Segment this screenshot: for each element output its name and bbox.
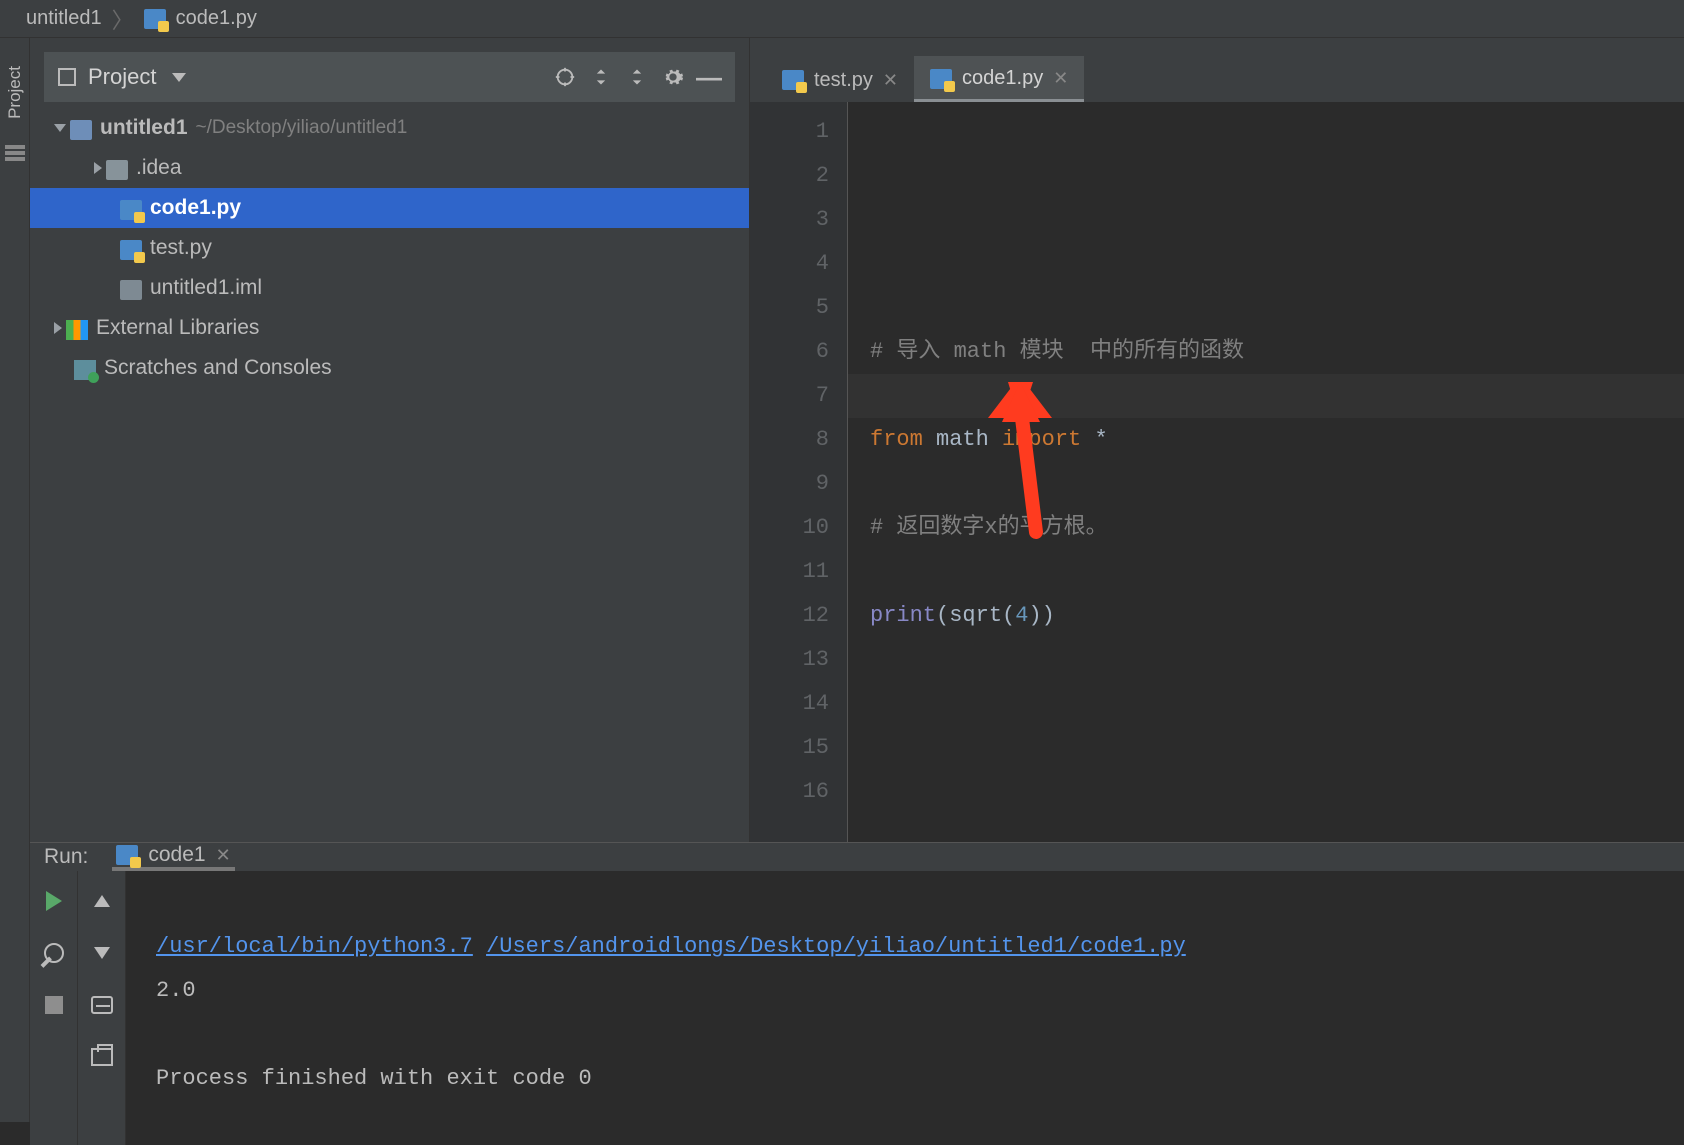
editor-area: test.py ✕ code1.py ✕ 1 2 3 4 5 6 7 8 9 <box>750 38 1684 842</box>
close-icon[interactable]: ✕ <box>1053 68 1068 89</box>
tree-test-file[interactable]: test.py <box>30 228 749 268</box>
run-toolbar-second <box>78 871 126 1145</box>
python-file-icon <box>930 69 952 89</box>
stop-icon <box>45 996 63 1014</box>
editor-gutter: 1 2 3 4 5 6 7 8 9 10 11 12 13 14 15 16 <box>750 102 848 842</box>
python-file-icon <box>120 240 142 260</box>
left-tool-strip: Project <box>0 38 30 1122</box>
tree-root[interactable]: untitled1 ~/Desktop/yiliao/untitled1 <box>30 108 749 148</box>
breadcrumb-separator-icon: 〉 <box>112 3 134 35</box>
tree-idea-folder[interactable]: .idea <box>30 148 749 188</box>
chevron-right-icon[interactable] <box>54 322 62 334</box>
run-panel-header: Run: code1 ✕ <box>30 843 1684 871</box>
tree-item-label: test.py <box>150 236 212 260</box>
close-icon[interactable]: ✕ <box>883 70 898 91</box>
wrench-icon <box>39 939 67 967</box>
tree-item-label: External Libraries <box>96 316 259 340</box>
project-panel-title[interactable]: Project <box>88 64 156 90</box>
soft-wrap-icon <box>91 996 113 1014</box>
project-tool-window: Project — untitled1 ~/Deskt <box>30 38 750 842</box>
print-icon <box>91 1048 113 1066</box>
tree-scratches[interactable]: Scratches and Consoles <box>30 348 749 388</box>
edit-config-button[interactable] <box>40 939 68 967</box>
project-panel-header: Project — <box>44 52 735 102</box>
tree-external-libraries[interactable]: External Libraries <box>30 308 749 348</box>
python-file-icon <box>782 70 804 90</box>
dropdown-icon[interactable] <box>172 73 186 82</box>
chevron-down-icon[interactable] <box>54 124 66 132</box>
python-file-icon <box>120 200 142 220</box>
scroll-up-button[interactable] <box>88 887 116 915</box>
python-file-icon <box>144 9 166 29</box>
tree-code1-file[interactable]: code1.py <box>30 188 749 228</box>
tab-code1-py[interactable]: code1.py ✕ <box>914 56 1084 102</box>
tree-item-label: untitled1.iml <box>150 276 262 300</box>
code-editor[interactable]: 1 2 3 4 5 6 7 8 9 10 11 12 13 14 15 16 #… <box>750 102 1684 842</box>
scroll-down-button[interactable] <box>88 939 116 967</box>
script-path-link[interactable]: /Users/androidlongs/Desktop/yiliao/untit… <box>486 934 1186 959</box>
collapse-all-icon[interactable] <box>625 65 649 89</box>
stop-button[interactable] <box>40 991 68 1019</box>
current-line-highlight <box>848 374 1684 418</box>
scratches-icon <box>74 360 96 380</box>
tree-iml-file[interactable]: untitled1.iml <box>30 268 749 308</box>
python-file-icon <box>116 845 138 865</box>
rerun-button[interactable] <box>40 887 68 915</box>
run-tab[interactable]: code1 ✕ <box>112 843 234 871</box>
project-view-icon <box>58 68 76 86</box>
tree-item-label: .idea <box>136 156 182 180</box>
play-icon <box>46 891 62 911</box>
tab-label: code1.py <box>962 67 1043 90</box>
expand-all-icon[interactable] <box>589 65 613 89</box>
tab-label: test.py <box>814 69 873 92</box>
tree-item-label: Scratches and Consoles <box>104 356 332 380</box>
run-tab-label: code1 <box>148 843 205 867</box>
breadcrumb-file[interactable]: code1.py <box>176 7 257 30</box>
libraries-icon <box>66 320 88 340</box>
interpreter-link[interactable]: /usr/local/bin/python3.7 <box>156 934 473 959</box>
arrow-down-icon <box>94 947 110 959</box>
iml-file-icon <box>120 280 142 300</box>
code-content[interactable]: # 导入 math 模块 中的所有的函数 from math import * … <box>848 102 1684 842</box>
print-button[interactable] <box>88 1043 116 1071</box>
project-tool-button[interactable]: Project <box>5 66 25 119</box>
project-tree[interactable]: untitled1 ~/Desktop/yiliao/untitled1 .id… <box>30 102 749 842</box>
run-toolbar-left <box>30 871 78 1145</box>
arrow-up-icon <box>94 895 110 907</box>
editor-tabs: test.py ✕ code1.py ✕ <box>750 52 1684 102</box>
locate-icon[interactable] <box>553 65 577 89</box>
chevron-right-icon[interactable] <box>94 162 102 174</box>
hide-panel-icon[interactable]: — <box>697 65 721 89</box>
structure-tool-icon[interactable] <box>5 145 25 161</box>
run-tool-window: Run: code1 ✕ /usr/local/bin/python3.7 /U… <box>30 842 1684 1122</box>
breadcrumb: untitled1 〉 code1.py <box>0 0 1684 38</box>
project-folder-icon <box>70 120 92 140</box>
run-console[interactable]: /usr/local/bin/python3.7 /Users/androidl… <box>126 871 1684 1145</box>
tree-root-path: ~/Desktop/yiliao/untitled1 <box>196 117 408 139</box>
soft-wrap-button[interactable] <box>88 991 116 1019</box>
run-label: Run: <box>44 845 88 869</box>
tree-item-label: code1.py <box>150 196 241 220</box>
tab-test-py[interactable]: test.py ✕ <box>766 56 914 102</box>
tree-root-label: untitled1 <box>100 116 188 140</box>
console-exit: Process finished with exit code 0 <box>156 1066 592 1091</box>
console-output: 2.0 <box>156 978 196 1003</box>
gear-icon[interactable] <box>661 65 685 89</box>
close-icon[interactable]: ✕ <box>216 845 231 866</box>
breadcrumb-root[interactable]: untitled1 <box>26 7 102 30</box>
folder-icon <box>106 160 128 180</box>
